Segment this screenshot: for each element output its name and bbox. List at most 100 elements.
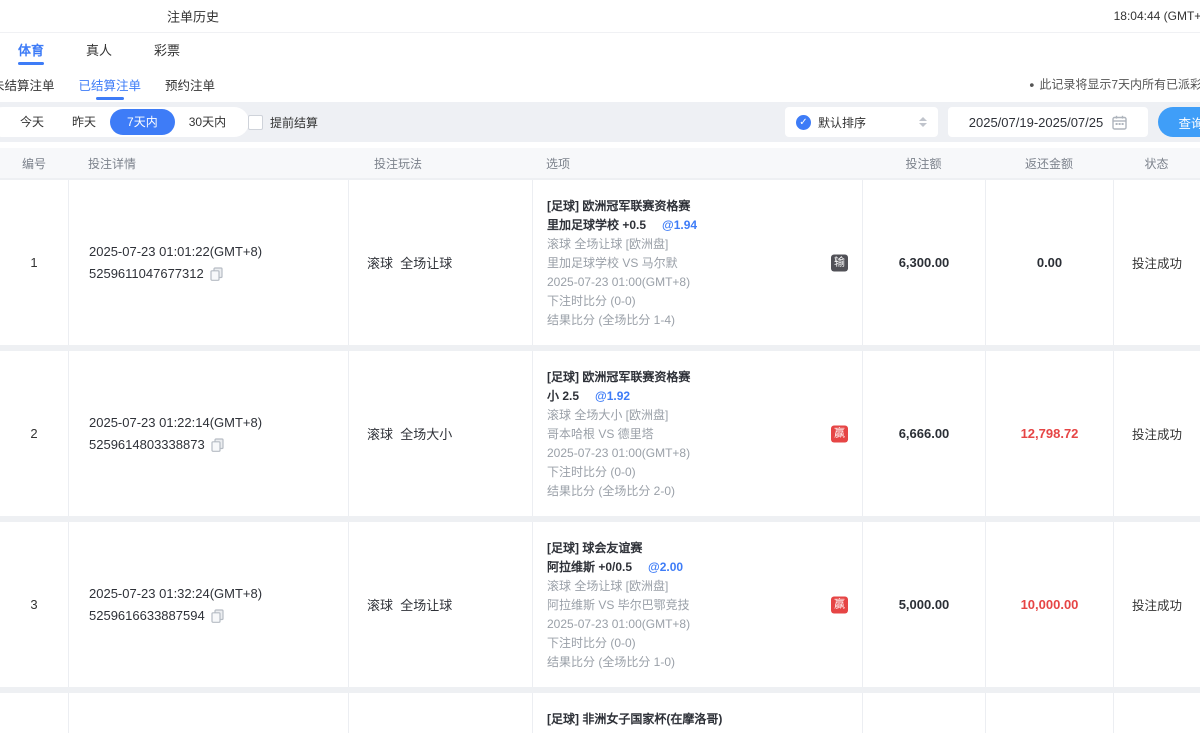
match-time: 2025-07-23 01:00(GMT+8) — [547, 273, 822, 292]
col-header-detail: 投注详情 — [68, 155, 348, 172]
bet-option-cell: [足球] 球会友谊赛 阿拉维斯 +0/0.5 @2.00 滚球 全场让球 [欧洲… — [532, 522, 862, 687]
pick-name: 小 2.5 — [547, 387, 579, 406]
bet-option-cell: [足球] 欧洲冠军联赛资格赛 小 2.5 @1.92 滚球 全场大小 [欧洲盘]… — [532, 351, 862, 516]
result-badge: 输 — [831, 254, 848, 271]
col-header-payout: 返还金额 — [985, 155, 1113, 172]
checkbox-unchecked-icon[interactable] — [248, 115, 263, 130]
col-header-stake: 投注额 — [862, 155, 985, 172]
table-row: 3 2025-07-23 01:32:24(GMT+8) 52596166338… — [0, 522, 1200, 687]
page-title: 注单历史 — [167, 7, 219, 26]
date-range-value: 2025/07/19-2025/07/25 — [969, 115, 1103, 130]
range-yesterday[interactable]: 昨天 — [58, 109, 110, 135]
early-settle-label: 提前结算 — [270, 114, 318, 131]
subtab-settled[interactable]: 已结算注单 — [79, 66, 142, 102]
score-at-bet: 下注时比分 (0-0) — [547, 292, 822, 311]
stake-amount: 6,666.00 — [862, 351, 985, 516]
col-header-option: 选项 — [532, 155, 862, 172]
copy-icon[interactable] — [211, 609, 224, 623]
tab-sports-label: 体育 — [18, 40, 44, 59]
table-row: [足球] 非洲女子国家杯(在摩洛哥) — [0, 693, 1200, 733]
match-teams: 阿拉维斯 VS 毕尔巴鄂竞技 — [547, 596, 822, 615]
col-header-play: 投注玩法 — [348, 155, 532, 172]
top-bar: 注单历史 18:04:44 (GMT+8) — [0, 0, 1200, 33]
odds-value: @1.94 — [662, 216, 697, 235]
date-range-input[interactable]: 2025/07/19-2025/07/25 — [948, 107, 1148, 137]
server-time: 18:04:44 (GMT+8) — [1114, 9, 1200, 23]
sort-dropdown[interactable]: ✓ 默认排序 — [785, 107, 938, 137]
score-at-bet: 下注时比分 (0-0) — [547, 463, 822, 482]
early-settle-toggle[interactable]: 提前结算 — [248, 102, 318, 142]
league-name: [足球] 非洲女子国家杯(在摩洛哥) — [547, 710, 822, 729]
league-name: [足球] 欧洲冠军联赛资格赛 — [547, 368, 822, 387]
result-score: 结果比分 (全场比分 1-4) — [547, 311, 822, 330]
table-header: 编号 投注详情 投注玩法 选项 投注额 返还金额 状态 — [0, 148, 1200, 178]
table-row: 2 2025-07-23 01:22:14(GMT+8) 52596148033… — [0, 351, 1200, 516]
league-name: [足球] 欧洲冠军联赛资格赛 — [547, 197, 822, 216]
payout-amount: 10,000.00 — [985, 522, 1113, 687]
bet-number: 1 — [0, 180, 68, 345]
bet-detail-cell: 2025-07-23 01:32:24(GMT+8) 5259616633887… — [68, 522, 348, 687]
bet-number: 3 — [0, 522, 68, 687]
bet-option-cell: [足球] 欧洲冠军联赛资格赛 里加足球学校 +0.5 @1.94 滚球 全场让球… — [532, 180, 862, 345]
bet-id: 5259611047677312 — [89, 266, 204, 281]
bet-play: 滚球 全场让球 — [348, 522, 532, 687]
bet-detail-cell — [68, 693, 348, 733]
sort-caret-icon — [919, 117, 927, 127]
check-circle-icon: ✓ — [796, 115, 811, 130]
league-name: [足球] 球会友谊赛 — [547, 539, 822, 558]
tab-lottery-label: 彩票 — [154, 40, 180, 59]
range-today[interactable]: 今天 — [6, 109, 58, 135]
bet-id: 5259616633887594 — [89, 608, 205, 623]
bet-number — [0, 693, 68, 733]
subtab-reserved-label: 预约注单 — [165, 75, 215, 94]
filter-bar: 今天 昨天 7天内 30天内 提前结算 ✓ 默认排序 2025/07/19-20… — [0, 102, 1200, 142]
table-body: 1 2025-07-23 01:01:22(GMT+8) 52596110476… — [0, 178, 1200, 733]
date-range-group: 今天 昨天 7天内 30天内 — [0, 107, 249, 137]
range-30days[interactable]: 30天内 — [175, 109, 240, 135]
tab-sports[interactable]: 体育 — [8, 33, 54, 66]
stake-amount: 6,300.00 — [862, 180, 985, 345]
score-at-bet: 下注时比分 (0-0) — [547, 634, 822, 653]
bet-number: 2 — [0, 351, 68, 516]
bet-option-cell: [足球] 非洲女子国家杯(在摩洛哥) — [532, 693, 862, 733]
odds-value: @2.00 — [648, 558, 683, 577]
result-badge: 赢 — [831, 425, 848, 442]
match-time: 2025-07-23 01:00(GMT+8) — [547, 444, 822, 463]
bet-status — [1113, 693, 1200, 733]
bullet-icon: • — [1029, 77, 1034, 91]
bet-detail-cell: 2025-07-23 01:01:22(GMT+8) 5259611047677… — [68, 180, 348, 345]
copy-icon[interactable] — [210, 267, 223, 281]
bet-status: 投注成功 — [1113, 351, 1200, 516]
tab-lottery[interactable]: 彩票 — [144, 33, 190, 66]
market-name: 滚球 全场让球 [欧洲盘] — [547, 235, 822, 254]
tab-live[interactable]: 真人 — [76, 33, 122, 66]
range-7days[interactable]: 7天内 — [110, 109, 175, 135]
col-header-no: 编号 — [0, 155, 68, 172]
copy-icon[interactable] — [211, 438, 224, 452]
records-note-text: 此记录将显示7天内所有已派彩的 — [1039, 76, 1200, 93]
sub-tabs: 未结算注单 已结算注单 预约注单 • 此记录将显示7天内所有已派彩的 — [0, 66, 1200, 102]
bet-play: 滚球 全场大小 — [348, 351, 532, 516]
market-name: 滚球 全场让球 [欧洲盘] — [547, 577, 822, 596]
col-header-status: 状态 — [1113, 155, 1200, 172]
subtab-unsettled[interactable]: 未结算注单 — [0, 66, 55, 102]
bet-time: 2025-07-23 01:22:14(GMT+8) — [89, 415, 348, 430]
main-tabs: 体育 真人 彩票 — [0, 33, 1200, 66]
bet-play: 滚球 全场让球 — [348, 180, 532, 345]
bet-time: 2025-07-23 01:01:22(GMT+8) — [89, 244, 348, 259]
payout-amount: 12,798.72 — [985, 351, 1113, 516]
subtab-reserved[interactable]: 预约注单 — [165, 66, 215, 102]
search-button[interactable]: 查询 — [1158, 107, 1200, 137]
pick-name: 阿拉维斯 +0/0.5 — [547, 558, 632, 577]
bet-id: 5259614803338873 — [89, 437, 205, 452]
payout-amount: 0.00 — [985, 180, 1113, 345]
bet-detail-cell: 2025-07-23 01:22:14(GMT+8) 5259614803338… — [68, 351, 348, 516]
calendar-icon — [1112, 115, 1127, 130]
match-teams: 哥本哈根 VS 德里塔 — [547, 425, 822, 444]
bet-status: 投注成功 — [1113, 522, 1200, 687]
subtab-settled-label: 已结算注单 — [79, 75, 142, 94]
bet-time: 2025-07-23 01:32:24(GMT+8) — [89, 586, 348, 601]
odds-value: @1.92 — [595, 387, 630, 406]
stake-amount — [862, 693, 985, 733]
bet-play — [348, 693, 532, 733]
